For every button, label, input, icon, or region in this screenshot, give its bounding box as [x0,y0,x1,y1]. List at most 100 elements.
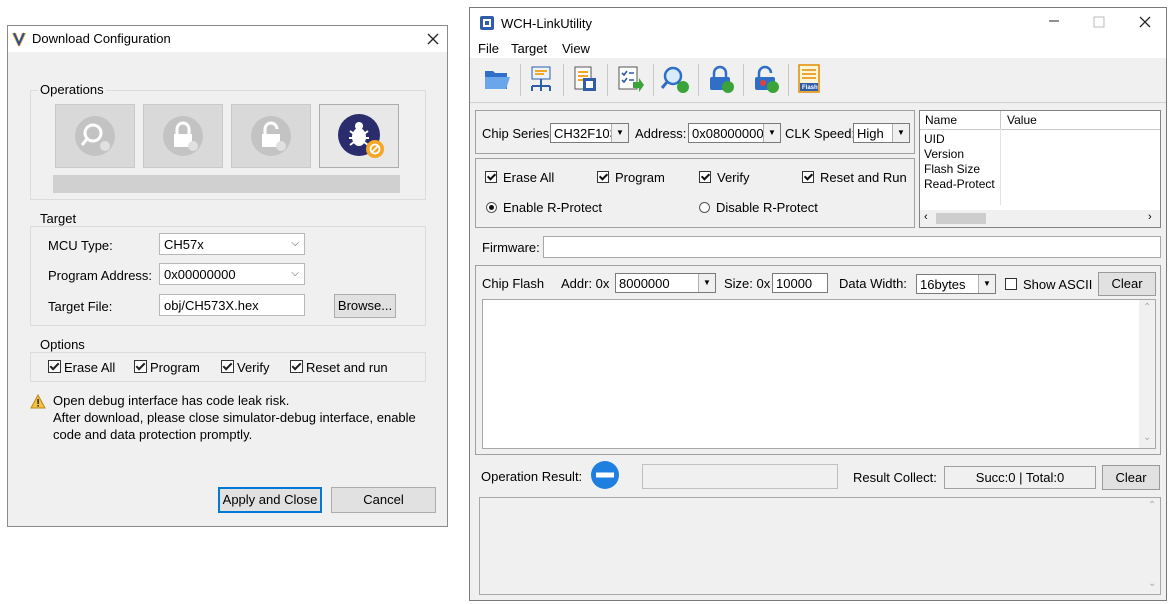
open-file-icon[interactable] [482,64,512,94]
data-width-select[interactable]: 16bytes ▼ [916,274,996,294]
disable-rprotect-option[interactable]: Disable R-Protect [699,200,818,215]
chip-flash-label: Chip Flash [482,276,545,291]
target-file-label: Target File: [48,299,113,314]
clk-speed-select[interactable]: High ▼ [853,123,910,143]
download-options-panel [475,158,915,228]
toolbar: Flash [470,60,1166,103]
clear-flash-button[interactable]: Clear [1098,272,1156,296]
close-icon[interactable] [427,33,439,45]
mcu-type-label: MCU Type: [48,238,113,253]
scroll-down-icon[interactable]: ⌄ [1148,578,1156,589]
program-option[interactable]: Program [134,360,200,375]
program-verify-icon[interactable] [615,64,645,94]
lock-protect-icon[interactable] [705,64,735,94]
show-ascii-label: Show ASCII [1023,277,1093,292]
flash-icon-text: Flash [802,85,818,91]
show-ascii-option[interactable]: Show ASCII [1005,277,1092,292]
warning-line-1: Open debug interface has code leak risk. [53,393,290,408]
app-icon [480,16,494,30]
erase-all-option[interactable]: Erase All [485,170,554,185]
program-checkbox[interactable] [134,360,147,373]
program-checkbox[interactable] [597,171,609,183]
chip-series-select[interactable]: CH32F103 ▼ [550,123,629,143]
toolbar-separator [788,64,789,96]
program-label: Program [150,360,200,375]
result-collect-label: Result Collect: [853,470,937,485]
size-label: Size: 0x [724,276,771,291]
reset-and-run-option[interactable]: Reset and run [290,360,388,375]
menu-target[interactable]: Target [511,41,547,56]
browse-button[interactable]: Browse... [334,294,396,318]
reset-and-run-checkbox[interactable] [802,171,814,183]
maximize-icon[interactable] [1093,16,1105,31]
firmware-path-input[interactable] [543,236,1161,258]
dialog-titlebar: Download Configuration [8,26,447,52]
table-row: Read-Protect [924,177,995,191]
menu-view[interactable]: View [562,41,590,56]
close-icon[interactable] [1139,16,1151,31]
erase-operation-button[interactable] [55,104,135,168]
program-option[interactable]: Program [597,170,665,185]
flash-addr-select[interactable]: 8000000 ▼ [615,273,716,293]
scroll-up-icon[interactable]: ⌃ [1143,302,1151,313]
toolbar-separator [743,64,744,96]
enable-rprotect-radio[interactable] [486,202,497,213]
chip-info-icon[interactable] [570,64,600,94]
clear-result-button[interactable]: Clear [1102,465,1160,490]
debug-operation-button[interactable] [319,104,399,168]
erase-all-checkbox[interactable] [485,171,497,183]
scroll-up-icon[interactable]: ⌃ [1148,500,1156,511]
reset-and-run-label: Reset and run [306,360,388,375]
vertical-scrollbar[interactable]: ⌃ ⌄ [1144,498,1160,594]
flash-addr-value: 8000000 [619,276,670,291]
unlock-unprotect-icon[interactable] [750,64,780,94]
verify-option[interactable]: Verify [221,360,270,375]
result-collect-value: Succ:0 | Total:0 [944,466,1096,489]
flash-document-icon[interactable]: Flash [797,64,823,94]
scroll-right-icon[interactable]: › [1148,211,1152,223]
address-select[interactable]: 0x08000000 ▼ [688,123,781,143]
erase-search-icon[interactable] [660,64,690,94]
table-row: Flash Size [924,162,981,176]
verify-label: Verify [237,360,270,375]
apply-and-close-button[interactable]: Apply and Close [218,487,322,513]
flash-size-input[interactable]: 10000 [772,273,828,293]
verify-checkbox[interactable] [699,171,711,183]
enable-rprotect-option[interactable]: Enable R-Protect [486,200,602,215]
erase-all-option[interactable]: Erase All [48,360,115,375]
unprotect-operation-button[interactable] [231,104,311,168]
disable-rprotect-radio[interactable] [699,202,710,213]
clk-speed-label: CLK Speed: [785,126,856,141]
menu-file[interactable]: File [478,41,499,56]
flash-content-area[interactable]: ⌃ ⌄ [482,299,1156,449]
scroll-down-icon[interactable]: ⌄ [1143,432,1151,443]
reset-and-run-label: Reset and Run [820,170,907,185]
table-header: Name Value [920,111,1160,130]
verify-option[interactable]: Verify [699,170,750,185]
data-width-value: 16bytes [920,277,966,292]
program-address-select[interactable]: 0x00000000 ⌵ [159,263,305,285]
chip-series-label: Chip Series: [482,126,553,141]
window-titlebar: WCH-LinkUtility [470,8,1166,38]
minimize-icon[interactable] [1048,14,1062,28]
show-ascii-checkbox[interactable] [1005,278,1017,290]
log-output-area[interactable]: ⌃ ⌄ [479,497,1161,595]
vertical-scrollbar[interactable]: ⌃ ⌄ [1139,300,1155,448]
verify-checkbox[interactable] [221,360,234,373]
unlock-icon [251,116,291,156]
warning-line-3: code and data protection promptly. [53,427,253,442]
erase-all-checkbox[interactable] [48,360,61,373]
connect-device-icon[interactable] [526,64,556,94]
cancel-button[interactable]: Cancel [331,487,436,513]
column-divider [1000,129,1001,205]
reset-and-run-checkbox[interactable] [290,360,303,373]
program-protect-operation-button[interactable] [143,104,223,168]
mcu-type-select[interactable]: CH57x ⌵ [159,233,305,255]
horizontal-scrollbar[interactable]: ‹ › [920,210,1160,227]
scrollbar-thumb[interactable] [936,213,986,224]
target-file-input[interactable]: obj/CH573X.hex [159,294,305,316]
operations-label: Operations [38,82,106,97]
toolbar-separator [563,64,564,96]
scroll-left-icon[interactable]: ‹ [924,211,928,223]
reset-and-run-option[interactable]: Reset and Run [802,170,907,185]
